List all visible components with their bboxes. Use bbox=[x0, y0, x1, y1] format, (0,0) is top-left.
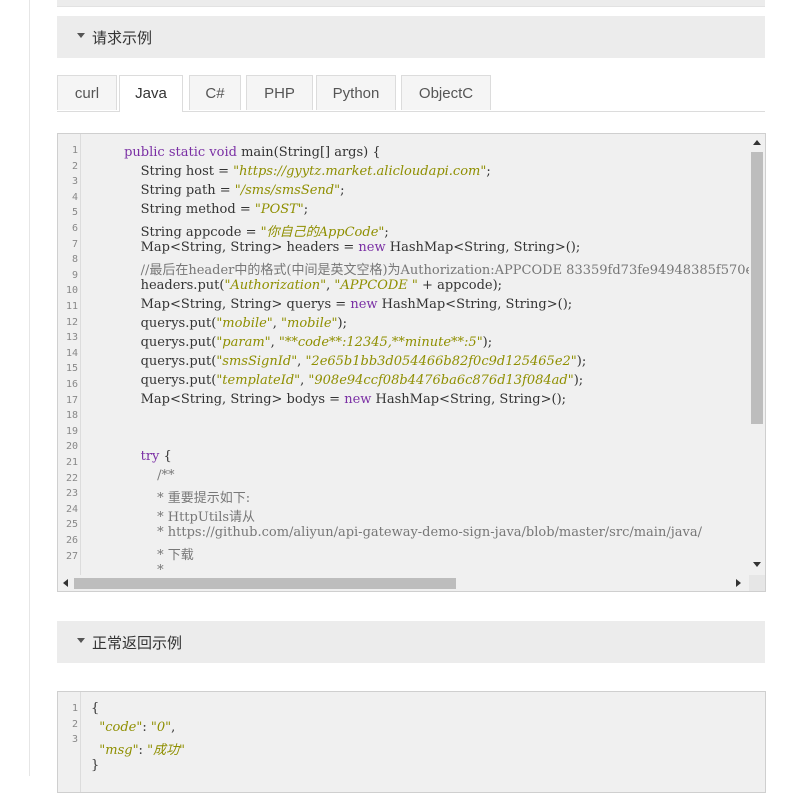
line-number: 26 bbox=[65, 535, 78, 546]
line-number: 9 bbox=[71, 269, 78, 281]
caret-down-icon bbox=[77, 638, 85, 643]
line-number: 3 bbox=[71, 734, 78, 746]
scroll-left-icon[interactable] bbox=[63, 579, 68, 587]
code-line: { bbox=[91, 701, 100, 716]
line-number: 20 bbox=[65, 441, 78, 453]
left-border-line bbox=[29, 0, 30, 776]
vertical-scroll-thumb[interactable] bbox=[751, 152, 763, 424]
line-number: 1 bbox=[71, 703, 78, 714]
scroll-right-icon[interactable] bbox=[736, 579, 741, 587]
tab-objectc[interactable]: ObjectC bbox=[401, 75, 491, 110]
tab-csharp[interactable]: C# bbox=[189, 75, 241, 110]
language-tabs: curl Java C# PHP Python ObjectC bbox=[57, 75, 765, 112]
response-code-editor[interactable]: 1 2 3 { "code": "0", "msg": "成功"} bbox=[57, 691, 766, 793]
line-number: 7 bbox=[71, 238, 78, 250]
line-number: 13 bbox=[65, 332, 78, 344]
line-number: 11 bbox=[65, 301, 78, 312]
code-line: querys.put("smsSignId", "2e65b1bb3d05446… bbox=[91, 354, 587, 369]
horizontal-scrollbar[interactable] bbox=[58, 575, 746, 591]
line-number: 24 bbox=[65, 503, 78, 515]
line-number: 27 bbox=[65, 550, 78, 562]
previous-section-bottom bbox=[57, 0, 765, 7]
line-number: 6 bbox=[71, 223, 78, 234]
line-number: 14 bbox=[65, 347, 78, 359]
line-number: 4 bbox=[71, 191, 78, 203]
tab-curl[interactable]: curl bbox=[57, 75, 117, 110]
code-line: headers.put("Authorization", "APPCODE " … bbox=[91, 278, 503, 293]
line-number: 10 bbox=[65, 285, 78, 297]
request-example-header[interactable]: 请求示例 bbox=[57, 16, 765, 58]
code-line: String method = "POST"; bbox=[91, 202, 309, 217]
vertical-scrollbar[interactable] bbox=[749, 134, 765, 575]
code-line: Map<String, String> bodys = new HashMap<… bbox=[91, 392, 567, 407]
line-number: 12 bbox=[65, 316, 78, 328]
code-line: * 重要提示如下: bbox=[91, 491, 251, 506]
code-line: "msg": "成功" bbox=[99, 743, 186, 758]
line-number: 25 bbox=[65, 519, 78, 531]
scroll-down-icon[interactable] bbox=[753, 562, 761, 567]
horizontal-scroll-thumb[interactable] bbox=[74, 578, 456, 589]
code-line: * HttpUtils请从 bbox=[91, 510, 256, 525]
code-line: Map<String, String> querys = new HashMap… bbox=[91, 297, 573, 312]
line-number: 2 bbox=[71, 718, 78, 730]
response-example-title: 正常返回示例 bbox=[92, 634, 183, 652]
line-number: 15 bbox=[65, 363, 78, 375]
line-number: 23 bbox=[65, 488, 78, 500]
line-number: 8 bbox=[71, 254, 78, 266]
java-code-editor[interactable]: 1 2 3 4 5 6 7 8 9 10 11 12 13 14 15 16 17 18 19 20 21 22 23 24 2… bbox=[57, 133, 766, 592]
code-line: //最后在header中的格式(中间是英文空格)为Authorization:A… bbox=[91, 263, 766, 278]
code-line: String appcode = "你自己的AppCode"; bbox=[91, 225, 389, 240]
line-number: 1 bbox=[71, 145, 78, 156]
code-line: public static void main(String[] args) { bbox=[124, 145, 381, 160]
code-line: } bbox=[91, 758, 100, 773]
line-number: 22 bbox=[65, 472, 78, 484]
caret-down-icon bbox=[77, 33, 85, 38]
scrollbar-corner bbox=[749, 575, 765, 591]
request-example-title: 请求示例 bbox=[92, 29, 153, 47]
line-number: 18 bbox=[65, 410, 78, 422]
line-number: 5 bbox=[71, 207, 78, 219]
code-line: try { bbox=[140, 449, 172, 464]
code-line: Map<String, String> headers = new HashMa… bbox=[91, 240, 581, 255]
line-number: 19 bbox=[65, 425, 78, 437]
code-line: String path = "/sms/smsSend"; bbox=[91, 183, 345, 198]
line-number: 16 bbox=[65, 379, 78, 390]
code-line: * https://github.com/aliyun/api-gateway-… bbox=[91, 525, 702, 540]
code-line: /** bbox=[91, 468, 175, 483]
tab-java[interactable]: Java bbox=[119, 75, 183, 112]
tab-php[interactable]: PHP bbox=[246, 75, 313, 110]
code-line: * 下载 bbox=[91, 548, 194, 563]
line-number: 21 bbox=[65, 457, 78, 468]
tab-python[interactable]: Python bbox=[316, 75, 396, 110]
code-line: querys.put("templateId", "908e94ccf08b44… bbox=[91, 373, 584, 388]
code-line: "code": "0", bbox=[99, 720, 176, 735]
code-line: String host = "https://gyytz.market.alic… bbox=[91, 164, 491, 179]
response-example-header[interactable]: 正常返回示例 bbox=[57, 621, 765, 663]
scroll-up-icon[interactable] bbox=[753, 140, 761, 145]
code-line: querys.put("mobile", "mobile"); bbox=[91, 316, 347, 331]
code-line: querys.put("param", "**code**:12345,**mi… bbox=[91, 335, 493, 350]
line-number: 17 bbox=[65, 394, 78, 406]
line-number: 2 bbox=[71, 160, 78, 172]
line-number: 3 bbox=[71, 176, 78, 188]
